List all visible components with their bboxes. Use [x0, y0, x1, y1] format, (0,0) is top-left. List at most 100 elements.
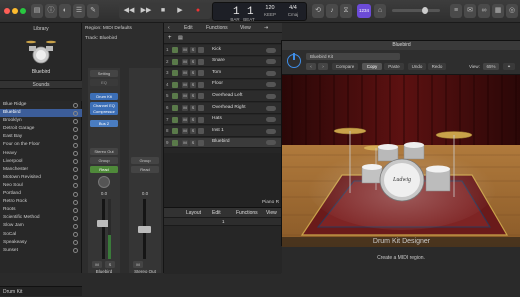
- track-solo-button[interactable]: S: [190, 105, 196, 111]
- sound-list-item[interactable]: SoCal: [0, 231, 82, 239]
- list-editors-icon[interactable]: ≡: [450, 4, 462, 18]
- group-slot[interactable]: Group: [90, 157, 118, 164]
- download-icon[interactable]: [73, 207, 78, 213]
- download-icon[interactable]: [73, 102, 78, 108]
- sound-list-item[interactable]: East Bay: [0, 133, 82, 141]
- menu-edit[interactable]: Edit: [184, 23, 193, 33]
- track-record-enable[interactable]: [198, 139, 204, 146]
- track-mute-button[interactable]: M: [182, 116, 188, 123]
- next-preset-button[interactable]: ›: [318, 63, 328, 70]
- catch-icon[interactable]: ⇥: [264, 23, 268, 33]
- link-icon[interactable]: ⚭: [503, 63, 515, 70]
- track-solo-button[interactable]: S: [190, 70, 196, 77]
- track-volume-slider[interactable]: [266, 59, 276, 65]
- tuner-icon[interactable]: ♪: [326, 4, 338, 18]
- apple-loops-icon[interactable]: ◎: [506, 4, 518, 18]
- compare-button[interactable]: Compare: [332, 63, 358, 70]
- editor-menu-functions[interactable]: Functions: [236, 208, 258, 218]
- rewind-button[interactable]: ◀◀: [121, 5, 137, 17]
- track-solo-button[interactable]: S: [190, 93, 196, 100]
- track-mute-button[interactable]: M: [182, 93, 188, 100]
- editor-icon[interactable]: ✎: [87, 4, 99, 18]
- mute-button-out[interactable]: M: [133, 261, 143, 268]
- instrument-plugin-slot[interactable]: Drum Kit: [90, 93, 118, 100]
- download-icon[interactable]: [73, 126, 78, 132]
- sound-list-item[interactable]: Manchester: [0, 166, 82, 174]
- sound-list-item[interactable]: Speakeasy: [0, 239, 82, 247]
- sound-list-item[interactable]: Slow Jam: [0, 222, 82, 230]
- download-icon[interactable]: [73, 223, 78, 229]
- automation-mode-button[interactable]: Read: [90, 166, 118, 173]
- record-button[interactable]: ●: [190, 5, 206, 17]
- setting-button[interactable]: Setting: [90, 70, 118, 77]
- track-header-row[interactable]: 6 M S Overhead Right: [164, 103, 282, 114]
- track-header-row[interactable]: 2 M S Snare: [164, 56, 282, 68]
- track-volume-slider[interactable]: [266, 93, 276, 99]
- library-toggle-icon[interactable]: ▤: [31, 4, 43, 18]
- track-volume-slider[interactable]: [266, 105, 276, 111]
- eq-display[interactable]: EQ: [90, 79, 118, 86]
- track-header[interactable]: Track: Bluebird: [85, 34, 161, 43]
- download-icon[interactable]: [73, 183, 78, 189]
- download-icon[interactable]: [73, 175, 78, 181]
- preset-menu[interactable]: Bluebird Kit: [306, 53, 400, 60]
- track-record-enable[interactable]: [198, 93, 204, 100]
- track-solo-button[interactable]: S: [190, 139, 196, 146]
- power-icon[interactable]: [287, 53, 301, 68]
- sound-list-item[interactable]: Four on the Floor: [0, 141, 82, 149]
- track-header-row[interactable]: 7 M S Hats: [164, 114, 282, 126]
- track-volume-slider[interactable]: [266, 47, 276, 53]
- track-header-row[interactable]: 8 M S Inst 1: [164, 126, 282, 137]
- sound-list-item[interactable]: Motown Revisited: [0, 174, 82, 182]
- track-record-enable[interactable]: [198, 81, 204, 88]
- undo-button[interactable]: Undo: [408, 63, 426, 70]
- metronome-icon[interactable]: ⧖: [340, 4, 352, 18]
- track-mute-button[interactable]: M: [182, 128, 188, 135]
- counter-icon[interactable]: ⌂: [374, 4, 386, 18]
- lcd-display[interactable]: 1 1 BAR BEAT 120 KEEP 4/4 Cmaj: [212, 2, 307, 22]
- master-volume-slider[interactable]: [392, 7, 440, 14]
- download-icon[interactable]: [73, 159, 78, 165]
- view-zoom-menu[interactable]: 65%: [483, 63, 499, 70]
- download-icon[interactable]: [73, 151, 78, 157]
- sound-list-item[interactable]: Neo Soul: [0, 182, 82, 190]
- track-header-row[interactable]: 1 M S Kick: [164, 45, 282, 56]
- add-track-icon[interactable]: +: [168, 35, 172, 41]
- region-header[interactable]: Region: MIDI Defaults: [85, 24, 161, 33]
- library-footer[interactable]: Drum Kit: [0, 286, 82, 296]
- track-mute-button[interactable]: M: [182, 105, 188, 111]
- mute-button[interactable]: M: [92, 261, 102, 268]
- track-solo-button[interactable]: S: [190, 47, 196, 53]
- output-slot[interactable]: Stereo Out: [90, 148, 118, 155]
- editor-content[interactable]: [164, 226, 281, 274]
- group-slot-out[interactable]: Group: [131, 157, 159, 164]
- sound-list-item[interactable]: Liverpool: [0, 158, 82, 166]
- sound-list-item[interactable]: Detroit Garage: [0, 125, 82, 133]
- sound-list-item[interactable]: Bluebird: [0, 109, 82, 118]
- track-header-row[interactable]: 5 M S Overhead Left: [164, 91, 282, 102]
- user-badge[interactable]: 1234: [357, 4, 371, 18]
- redo-button[interactable]: Redo: [428, 63, 446, 70]
- track-record-enable[interactable]: [198, 58, 204, 65]
- download-icon[interactable]: [73, 167, 78, 173]
- menu-functions[interactable]: Functions: [206, 23, 228, 33]
- sound-list-item[interactable]: Blue Ridge: [0, 101, 82, 109]
- editor-menu-view[interactable]: View: [266, 208, 277, 218]
- editor-ruler[interactable]: 1: [164, 218, 281, 226]
- track-mute-button[interactable]: M: [182, 47, 188, 53]
- browsers-icon[interactable]: ▦: [492, 4, 504, 18]
- track-solo-button[interactable]: S: [190, 128, 196, 135]
- zoom-window-button[interactable]: [20, 8, 26, 14]
- track-header-row[interactable]: 4 M S Floor: [164, 79, 282, 91]
- automation-mode-button-out[interactable]: Read: [131, 166, 159, 173]
- sound-list-item[interactable]: Scientific Method: [0, 214, 82, 222]
- editor-menu-layout[interactable]: Layout: [186, 208, 201, 218]
- tracks-empty-area[interactable]: [164, 153, 282, 207]
- track-record-enable[interactable]: [198, 116, 204, 123]
- track-volume-slider[interactable]: [266, 128, 276, 134]
- close-window-button[interactable]: [4, 8, 10, 14]
- solo-button[interactable]: S: [105, 261, 115, 268]
- download-icon[interactable]: [73, 110, 78, 116]
- cycle-icon[interactable]: ⟲: [312, 4, 324, 18]
- menu-view[interactable]: View: [240, 23, 251, 33]
